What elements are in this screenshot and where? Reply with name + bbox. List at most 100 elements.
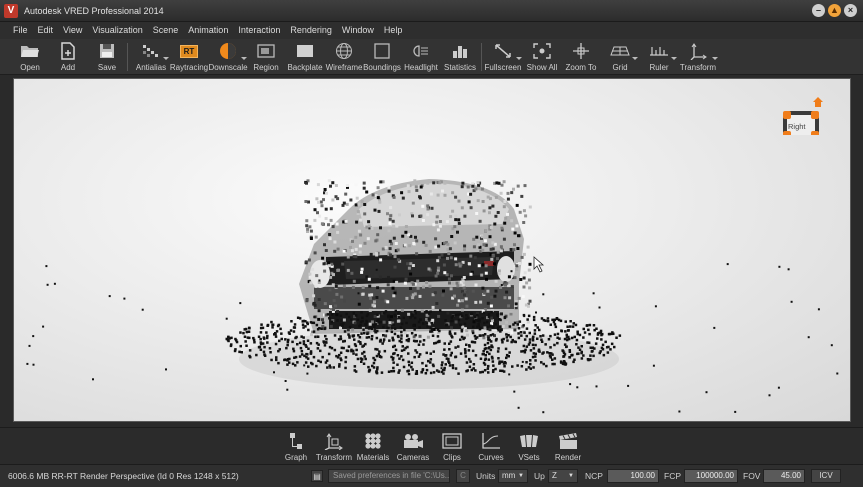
clips-icon xyxy=(439,430,465,452)
open-button[interactable]: Open xyxy=(16,39,44,75)
ruler-label: Ruler xyxy=(649,63,669,72)
grid-plane-icon xyxy=(607,41,633,61)
transform-label: Transform xyxy=(679,63,717,72)
downscale-dropdown-icon[interactable] xyxy=(241,57,247,60)
menu-animation[interactable]: Animation xyxy=(183,22,233,39)
render-module-button[interactable]: Render xyxy=(548,430,588,462)
wireframe-button[interactable]: Wireframe xyxy=(326,39,362,75)
menu-visualization[interactable]: Visualization xyxy=(87,22,147,39)
menu-help[interactable]: Help xyxy=(379,22,408,39)
downscale-button[interactable]: Downscale xyxy=(208,39,248,75)
region-icon xyxy=(253,41,279,61)
ruler-button[interactable]: Ruler xyxy=(643,39,677,75)
minimize-icon[interactable]: – xyxy=(812,4,825,17)
message-log-icon[interactable]: ▤ xyxy=(311,470,323,482)
units-label: Units xyxy=(476,471,496,481)
navcube-face-label: Right xyxy=(788,122,806,131)
ncp-input[interactable]: 100.00 xyxy=(607,469,659,483)
menu-file[interactable]: File xyxy=(8,22,33,39)
ncp-label: NCP xyxy=(585,471,603,481)
menu-edit[interactable]: Edit xyxy=(33,22,59,39)
fov-input[interactable]: 45.00 xyxy=(763,469,805,483)
window-title: Autodesk VRED Professional 2014 xyxy=(24,5,164,16)
menu-window[interactable]: Window xyxy=(337,22,379,39)
camera-icon xyxy=(400,430,426,452)
materials-label: Materials xyxy=(356,453,390,462)
boundings-label: Boundings xyxy=(363,63,401,72)
ruler-dropdown-icon[interactable] xyxy=(671,57,677,60)
region-button[interactable]: Region xyxy=(252,39,280,75)
cameras-module-button[interactable]: Cameras xyxy=(393,430,433,462)
fcp-input[interactable]: 100000.00 xyxy=(684,469,738,483)
icv-button[interactable]: ICV xyxy=(811,469,841,483)
zoom-to-button[interactable]: Zoom To xyxy=(563,39,599,75)
add-label: Add xyxy=(60,63,76,72)
backplate-icon xyxy=(292,41,318,61)
maximize-icon[interactable]: ▲ xyxy=(828,4,841,17)
transform-axes-icon xyxy=(685,41,711,61)
fullscreen-button[interactable]: Fullscreen xyxy=(484,39,522,75)
wireframe-sphere-icon xyxy=(331,41,357,61)
render-viewport[interactable] xyxy=(13,78,851,422)
show-all-icon xyxy=(529,41,555,61)
raytracing-button[interactable]: RT Raytracing xyxy=(169,39,209,75)
antialias-dropdown-icon[interactable] xyxy=(163,57,169,60)
headlight-button[interactable]: Headlight xyxy=(404,39,438,75)
units-select[interactable]: mm ▼ xyxy=(498,469,528,483)
chevron-down-icon: ▼ xyxy=(518,473,524,479)
render-label: Render xyxy=(554,453,582,462)
close-icon[interactable]: × xyxy=(844,4,857,17)
raytracing-badge: RT xyxy=(179,44,199,58)
transform-dropdown-icon[interactable] xyxy=(712,57,718,60)
bar-chart-icon xyxy=(447,41,473,61)
mouse-cursor-icon xyxy=(533,256,545,273)
materials-module-button[interactable]: Materials xyxy=(353,430,393,462)
graph-label: Graph xyxy=(284,453,308,462)
fullscreen-label: Fullscreen xyxy=(484,63,522,72)
statistics-button[interactable]: Statistics xyxy=(443,39,477,75)
statistics-label: Statistics xyxy=(443,63,476,72)
curves-module-button[interactable]: Curves xyxy=(471,430,511,462)
ruler-icon xyxy=(646,41,672,61)
zoom-to-icon xyxy=(568,41,594,61)
save-label: Save xyxy=(97,63,117,72)
fullscreen-icon xyxy=(490,41,516,61)
menu-bar: File Edit View Visualization Scene Anima… xyxy=(0,22,863,39)
save-button[interactable]: Save xyxy=(93,39,121,75)
car-render xyxy=(26,179,839,414)
headlight-label: Headlight xyxy=(404,63,438,72)
backplate-button[interactable]: Backplate xyxy=(287,39,323,75)
clips-module-button[interactable]: Clips xyxy=(432,430,472,462)
raytracing-icon: RT xyxy=(176,41,202,61)
boundings-button[interactable]: Boundings xyxy=(363,39,401,75)
up-label: Up xyxy=(534,471,545,481)
antialias-button[interactable]: Antialias xyxy=(134,39,169,75)
transform-module-button[interactable]: Transform xyxy=(314,430,354,462)
status-bar: 6006.6 MB RR-RT Render Perspective (Id 0… xyxy=(0,464,863,487)
up-axis-select[interactable]: Z ▼ xyxy=(548,469,578,483)
boundings-icon xyxy=(369,41,395,61)
navigation-cube[interactable]: Right xyxy=(781,97,823,147)
fullscreen-dropdown-icon[interactable] xyxy=(516,57,522,60)
menu-interaction[interactable]: Interaction xyxy=(233,22,285,39)
menu-view[interactable]: View xyxy=(58,22,87,39)
vsets-module-button[interactable]: VSets xyxy=(509,430,549,462)
folder-open-icon xyxy=(17,41,43,61)
raytracing-label: Raytracing xyxy=(169,63,209,72)
cameras-label: Cameras xyxy=(396,453,430,462)
menu-scene[interactable]: Scene xyxy=(148,22,184,39)
add-button[interactable]: Add xyxy=(54,39,82,75)
grid-dropdown-icon[interactable] xyxy=(632,57,638,60)
c-button[interactable]: C xyxy=(456,469,470,483)
menu-rendering[interactable]: Rendering xyxy=(285,22,337,39)
show-all-button[interactable]: Show All xyxy=(526,39,558,75)
curves-icon xyxy=(478,430,504,452)
grid-button[interactable]: Grid xyxy=(604,39,638,75)
transform-button[interactable]: Transform xyxy=(679,39,718,75)
chevron-down-icon: ▼ xyxy=(568,473,574,479)
graph-module-button[interactable]: Graph xyxy=(276,430,316,462)
downscale-label: Downscale xyxy=(208,63,248,72)
antialias-label: Antialias xyxy=(135,63,167,72)
up-axis-value: Z xyxy=(552,471,557,480)
toolbar-separator xyxy=(127,43,128,71)
